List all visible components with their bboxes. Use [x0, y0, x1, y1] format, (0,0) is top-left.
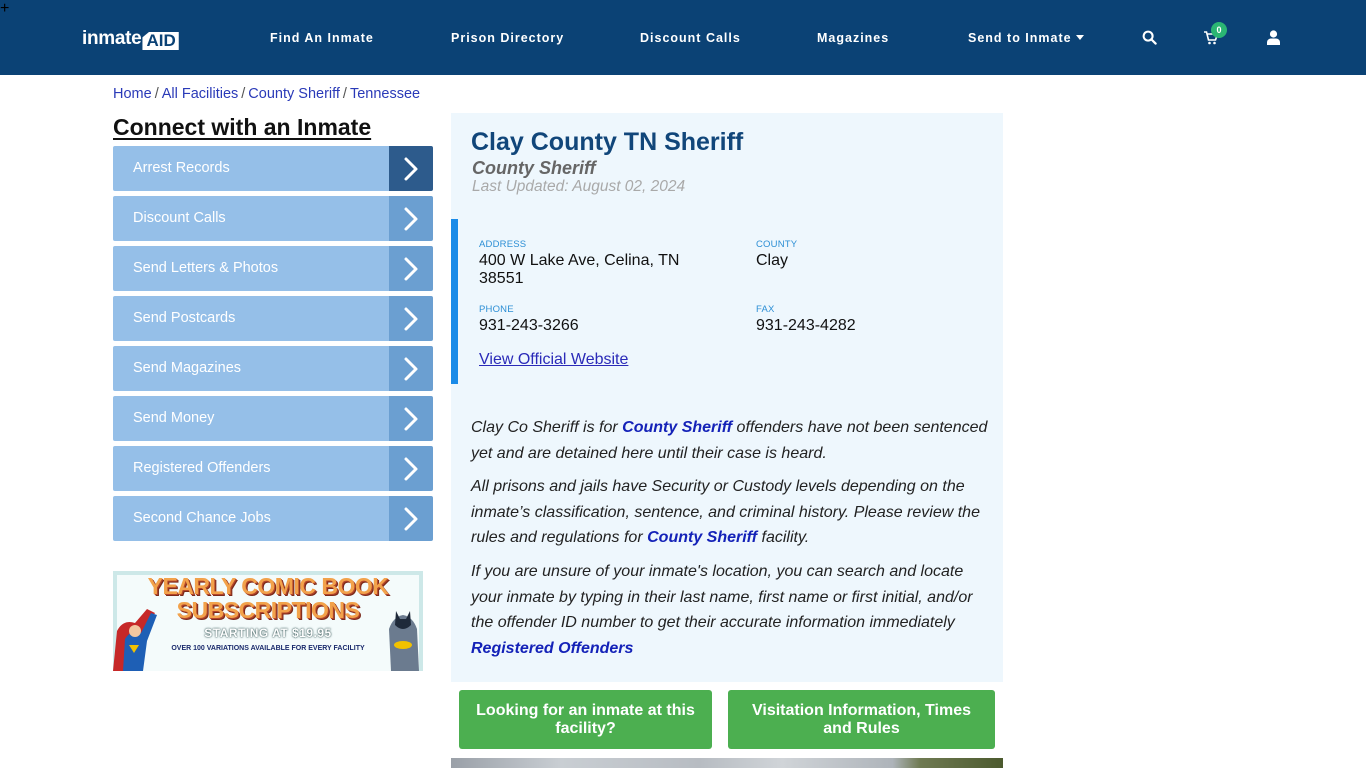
fax-label: FAX — [756, 304, 775, 315]
desc-text: Clay Co Sheriff is for — [471, 419, 623, 436]
cart-count-badge: 0 — [1211, 22, 1227, 38]
search-button[interactable] — [1138, 26, 1160, 48]
banner-headline-2: SUBSCRIPTIONS — [176, 597, 360, 623]
menu-send-postcards[interactable]: Send Postcards — [113, 296, 433, 341]
nav-send-to-inmate-label: Send to Inmate — [968, 31, 1072, 45]
find-inmate-at-facility-button[interactable]: Looking for an inmate at this facility? — [459, 690, 712, 749]
comic-subscription-banner[interactable]: YEARLY COMIC BOOK SUBSCRIPTIONS STARTING… — [113, 571, 423, 671]
nav-magazines[interactable]: Magazines — [817, 30, 889, 46]
breadcrumb-separator: / — [154, 86, 159, 102]
search-icon — [1142, 30, 1157, 45]
chevron-right-icon — [389, 146, 433, 191]
menu-item-label: Send Letters & Photos — [113, 246, 389, 291]
breadcrumb-home[interactable]: Home — [113, 86, 152, 102]
menu-item-label: Discount Calls — [113, 196, 389, 241]
description-paragraph-3: If you are unsure of your inmate's locat… — [471, 559, 986, 661]
county-label: COUNTY — [756, 239, 798, 250]
logo-text: inmate — [82, 28, 142, 49]
county-value: Clay — [756, 252, 789, 269]
breadcrumb: Home / All Facilities / County Sheriff / Tenne… — [113, 85, 420, 103]
nav-discount-calls[interactable]: Discount Calls — [640, 30, 741, 46]
logo-plus-icon: + — [0, 0, 10, 17]
menu-item-label: Send Money — [113, 396, 389, 441]
chevron-right-icon — [389, 496, 433, 541]
menu-item-label: Arrest Records — [113, 146, 389, 191]
menu-item-label: Send Magazines — [113, 346, 389, 391]
banner-price: STARTING AT $19.95 — [204, 626, 332, 640]
top-navbar: inmate AID + Find An Inmate Prison Direc… — [0, 0, 1366, 75]
breadcrumb-separator: / — [241, 86, 246, 102]
nav-find-an-inmate[interactable]: Find An Inmate — [270, 30, 374, 46]
menu-send-magazines[interactable]: Send Magazines — [113, 346, 433, 391]
connect-title: Connect with an Inmate — [113, 114, 372, 140]
chevron-right-icon — [389, 196, 433, 241]
chevron-right-icon — [389, 446, 433, 491]
menu-registered-offenders[interactable]: Registered Offenders — [113, 446, 433, 491]
connect-menu: Arrest Records Discount Calls Send Lette… — [113, 146, 433, 546]
nav-send-to-inmate[interactable]: Send to Inmate — [968, 30, 1084, 46]
desc-text: facility. — [757, 529, 810, 546]
last-updated: Last Updated: August 02, 2024 — [472, 178, 686, 195]
menu-discount-calls[interactable]: Discount Calls — [113, 196, 433, 241]
address-line-2: 38551 — [479, 270, 524, 287]
facility-info-box: ADDRESS 400 W Lake Ave, Celina, TN 38551… — [451, 219, 1003, 384]
registered-offenders-link[interactable]: Registered Offenders — [471, 640, 633, 657]
fax-value: 931-243-4282 — [756, 317, 856, 334]
breadcrumb-all-facilities[interactable]: All Facilities — [162, 86, 239, 102]
facility-panel: Clay County TN Sheriff County Sheriff La… — [451, 113, 1003, 682]
facility-type: County Sheriff — [472, 158, 596, 178]
visitation-info-button[interactable]: Visitation Information, Times and Rules — [728, 690, 995, 749]
facility-photo — [451, 758, 1003, 768]
menu-second-chance-jobs[interactable]: Second Chance Jobs — [113, 496, 433, 541]
menu-item-label: Registered Offenders — [113, 446, 389, 491]
caret-down-icon — [1075, 35, 1084, 40]
banner-headline-1: YEARLY COMIC BOOK — [147, 573, 389, 599]
phone-value[interactable]: 931-243-3266 — [479, 317, 579, 335]
banner-subtext: OVER 100 VARIATIONS AVAILABLE FOR EVERY … — [171, 645, 365, 652]
user-icon — [1266, 29, 1280, 45]
official-website-link[interactable]: View Official Website — [479, 351, 628, 369]
site-logo[interactable]: inmate AID — [82, 26, 179, 50]
chevron-right-icon — [389, 296, 433, 341]
menu-arrest-records[interactable]: Arrest Records — [113, 146, 433, 191]
breadcrumb-separator: / — [342, 86, 347, 102]
chevron-right-icon — [389, 246, 433, 291]
description-paragraph-2: All prisons and jails have Security or C… — [471, 474, 996, 551]
county-sheriff-link[interactable]: County Sheriff — [647, 529, 757, 546]
description-paragraph-1: Clay Co Sheriff is for County Sheriff of… — [471, 415, 996, 466]
phone-label: PHONE — [479, 304, 514, 315]
account-button[interactable] — [1262, 26, 1284, 48]
address-line-1: 400 W Lake Ave, Celina, TN — [479, 252, 680, 269]
county-sheriff-link[interactable]: County Sheriff — [622, 419, 732, 436]
breadcrumb-county-sheriff[interactable]: County Sheriff — [248, 86, 340, 102]
menu-item-label: Send Postcards — [113, 296, 389, 341]
menu-send-letters-photos[interactable]: Send Letters & Photos — [113, 246, 433, 291]
menu-send-money[interactable]: Send Money — [113, 396, 433, 441]
breadcrumb-tennessee[interactable]: Tennessee — [350, 86, 420, 102]
chevron-right-icon — [389, 396, 433, 441]
address-label: ADDRESS — [479, 239, 527, 250]
logo-accent: AID — [142, 32, 179, 50]
menu-item-label: Second Chance Jobs — [113, 496, 389, 541]
facility-title: Clay County TN Sheriff — [471, 128, 744, 156]
nav-prison-directory[interactable]: Prison Directory — [451, 30, 564, 46]
chevron-right-icon — [389, 346, 433, 391]
desc-text: If you are unsure of your inmate's locat… — [471, 563, 973, 631]
